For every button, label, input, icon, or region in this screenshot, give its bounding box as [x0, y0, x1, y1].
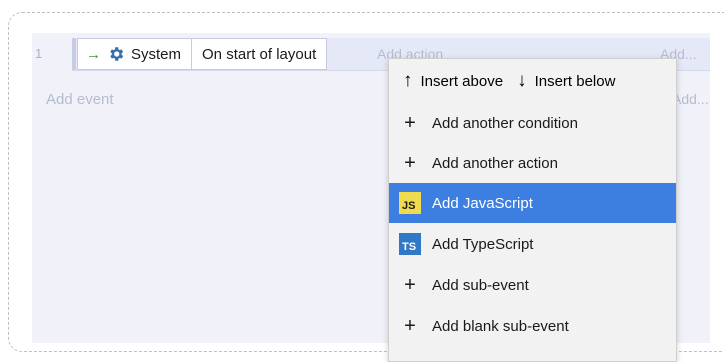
- arrow-up-icon: ↑: [403, 70, 413, 91]
- condition-block[interactable]: → System On start of layout: [77, 38, 328, 70]
- menu-item-add-condition[interactable]: + Add another condition: [389, 103, 676, 143]
- menu-item-label: Add TypeScript: [432, 235, 534, 253]
- plus-icon: +: [404, 152, 416, 174]
- condition-object-name: System: [131, 45, 182, 63]
- plus-icon: +: [404, 274, 416, 296]
- condition-object[interactable]: → System: [78, 39, 193, 69]
- event-row-handle[interactable]: [72, 38, 76, 70]
- js-icon: JS: [399, 192, 421, 214]
- plus-icon: +: [404, 112, 416, 134]
- insert-below-label: Insert below: [534, 72, 616, 90]
- menu-item-add-action[interactable]: + Add another action: [389, 143, 676, 183]
- plus-icon: +: [404, 315, 416, 337]
- menu-item-label: Add another condition: [432, 114, 578, 132]
- insert-above-item[interactable]: ↑ Insert above: [403, 70, 503, 92]
- context-menu: ↑ Insert above ↓ Insert below + Add anot…: [388, 58, 677, 362]
- add-event-link[interactable]: Add event: [46, 91, 114, 108]
- menu-item-label: Add blank sub-event: [432, 317, 569, 335]
- menu-item-add-sub-event[interactable]: + Add sub-event: [389, 265, 676, 305]
- insert-row: ↑ Insert above ↓ Insert below: [389, 61, 676, 101]
- condition-text[interactable]: On start of layout: [192, 39, 326, 69]
- menu-item-label: Add JavaScript: [432, 194, 533, 212]
- add-link-right-2[interactable]: Add...: [672, 91, 709, 107]
- insert-above-label: Insert above: [420, 72, 504, 90]
- ts-icon: TS: [399, 233, 421, 255]
- menu-item-add-blank-sub-event[interactable]: + Add blank sub-event: [389, 306, 676, 346]
- menu-item-add-typescript[interactable]: TS Add TypeScript: [389, 224, 676, 264]
- menu-item-label: Add sub-event: [432, 276, 529, 294]
- insert-below-item[interactable]: ↓ Insert below: [517, 70, 615, 92]
- menu-item-add-javascript[interactable]: JS Add JavaScript: [389, 183, 676, 223]
- row-number: 1: [35, 46, 43, 61]
- trigger-arrow-icon: →: [86, 45, 101, 63]
- gear-icon: [110, 47, 124, 61]
- menu-item-label: Add another action: [432, 154, 558, 172]
- arrow-down-icon: ↓: [517, 70, 527, 91]
